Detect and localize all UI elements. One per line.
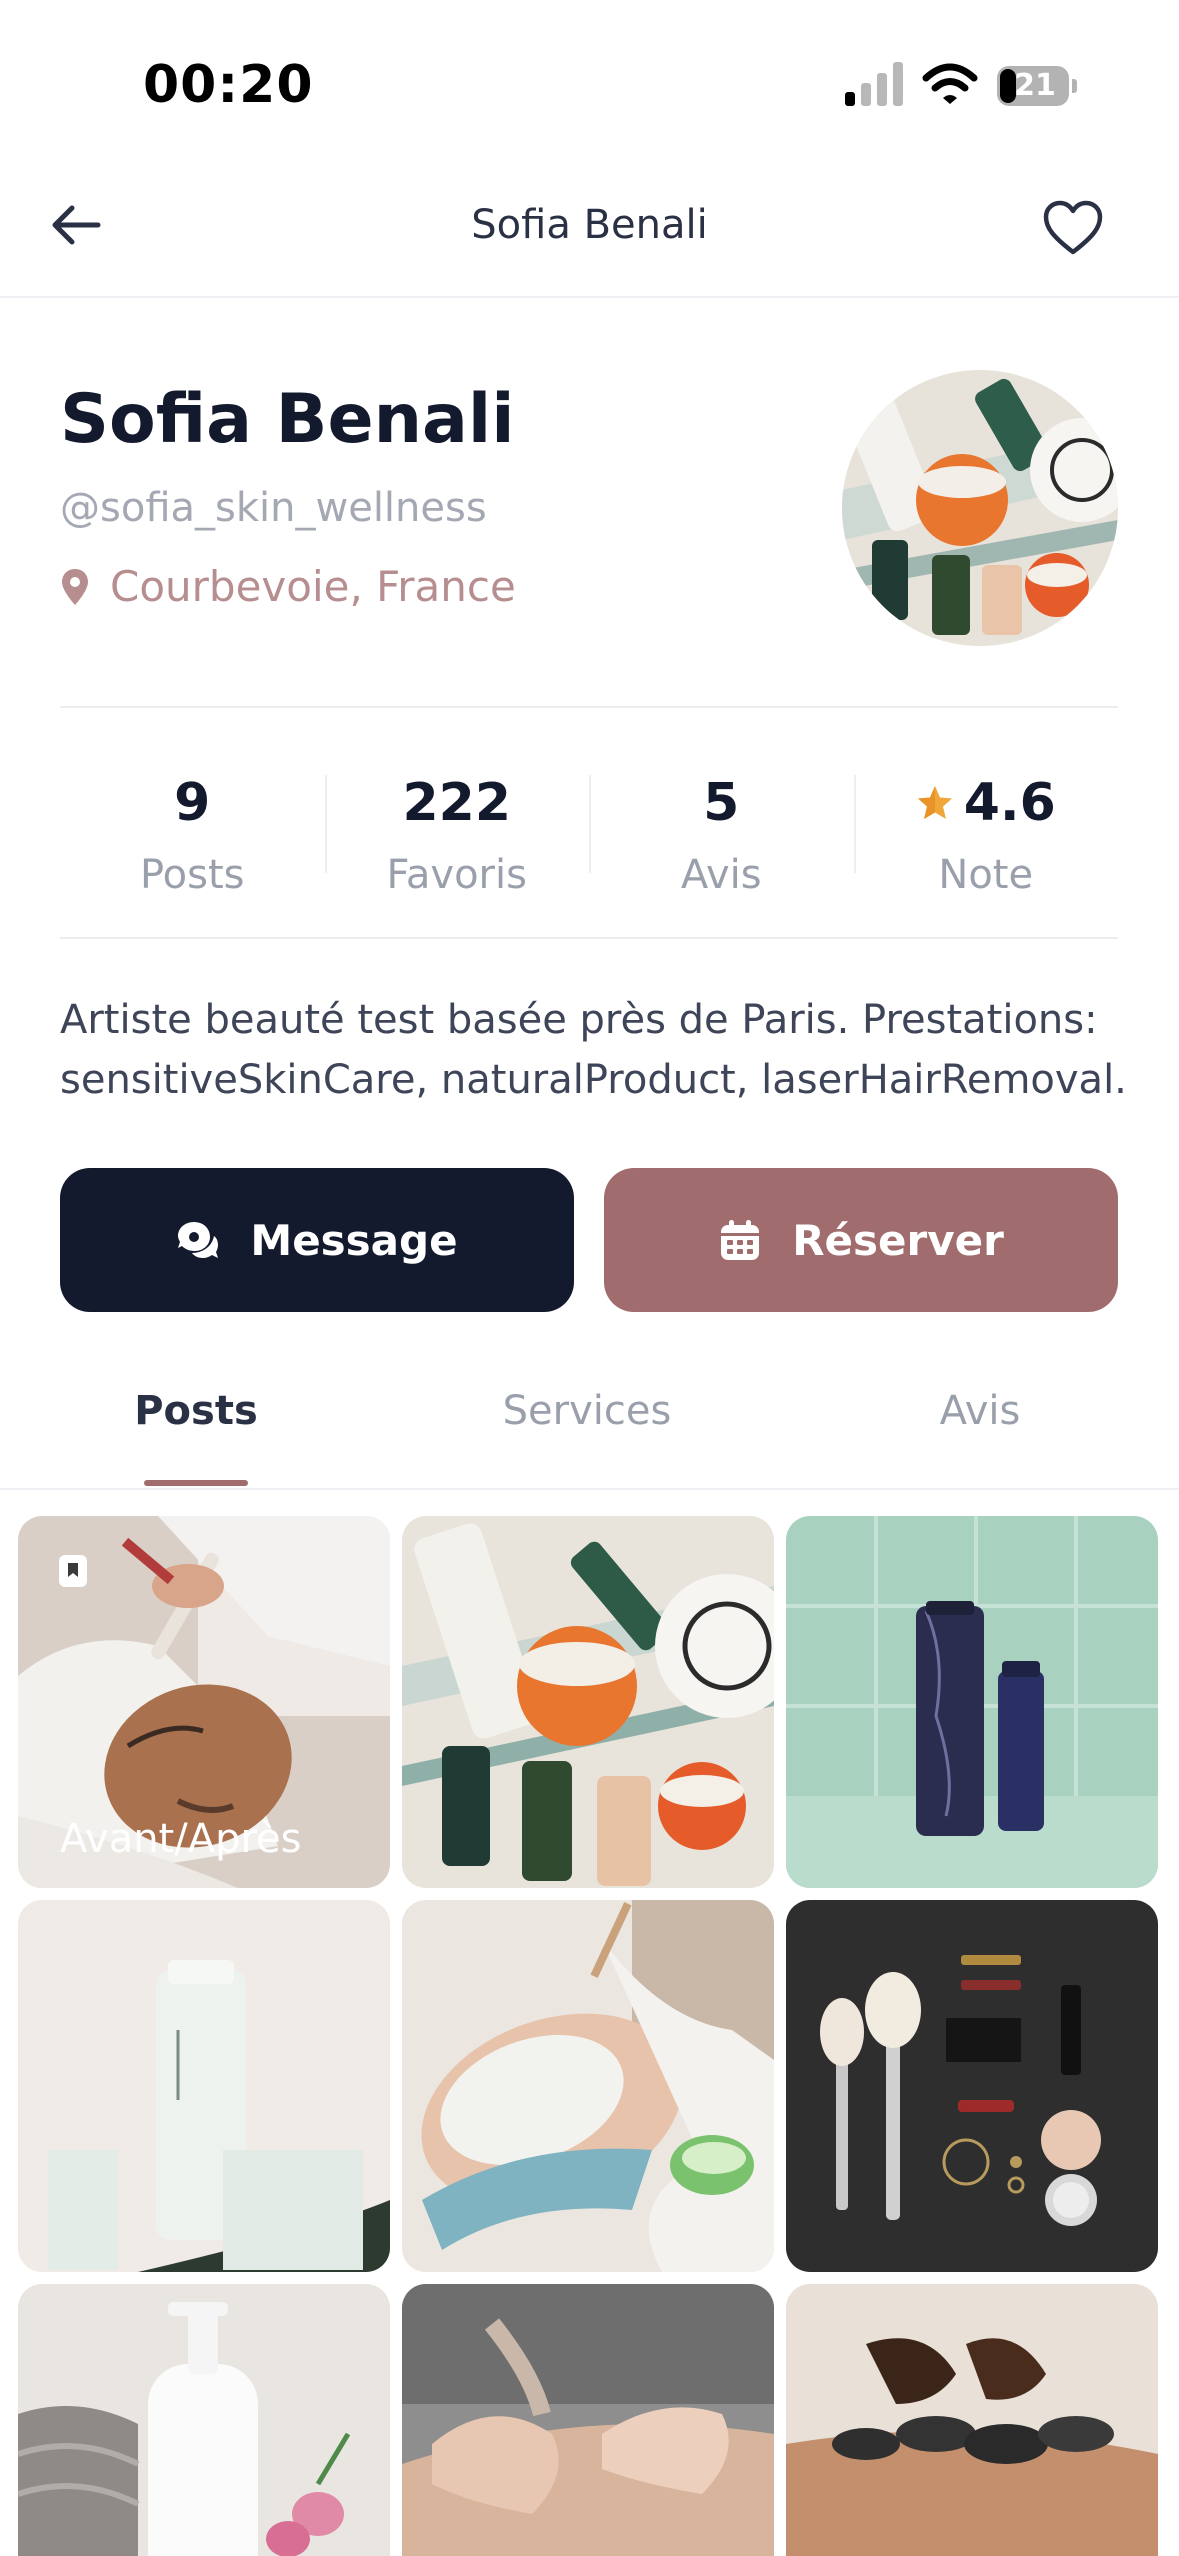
divider-top: [60, 706, 1118, 708]
stat-value: 222: [402, 773, 512, 833]
status-bar: 00:20 21: [0, 0, 1179, 150]
post-tile[interactable]: [402, 2284, 774, 2556]
calendar-icon: [721, 1220, 760, 1260]
post-tile[interactable]: [18, 1900, 390, 2272]
stat-posts[interactable]: 9 Posts: [60, 720, 325, 935]
stat-label: Avis: [680, 852, 762, 898]
stat-label: Posts: [139, 852, 245, 898]
post-tile[interactable]: [402, 1516, 774, 1888]
profile-bio: Artiste beauté test basée près de Paris.…: [60, 997, 1127, 1103]
post-caption: Avant/Après: [60, 1816, 302, 1862]
stat-label: Favoris: [386, 852, 527, 898]
active-tab-indicator: [144, 1480, 248, 1486]
stat-rating[interactable]: 4.6 Note: [853, 720, 1119, 935]
profile-name: Sofia Benali: [60, 380, 515, 459]
profile-stats: 9 Posts 222 Favoris 5 Avis 4.6 Note: [60, 720, 1118, 935]
message-button[interactable]: Message: [60, 1168, 574, 1312]
tab-services[interactable]: Services: [437, 1388, 737, 1434]
post-tile[interactable]: [786, 1900, 1158, 2272]
post-tile[interactable]: [786, 2284, 1158, 2556]
message-label: Message: [250, 1215, 458, 1265]
stat-value-rating: 4.6: [854, 770, 1119, 836]
post-tile[interactable]: [402, 1900, 774, 2272]
stat-value: 9: [174, 773, 211, 833]
stat-reviews[interactable]: 5 Avis: [589, 720, 854, 935]
cellular-signal-icon: [845, 62, 903, 106]
rating-value: 4.6: [963, 773, 1056, 833]
bookmark-icon: [59, 1555, 87, 1587]
profile-handle: @sofia_skin_wellness: [60, 485, 487, 531]
stat-value: 5: [703, 773, 740, 833]
status-time: 00:20: [143, 55, 314, 115]
wifi-icon: [922, 63, 978, 104]
avatar[interactable]: [842, 370, 1118, 646]
post-tile[interactable]: [786, 1516, 1158, 1888]
battery-icon: 21: [997, 66, 1077, 106]
battery-level: 21: [1014, 68, 1056, 103]
nav-title: Sofia Benali: [471, 202, 708, 248]
divider-bottom: [60, 937, 1118, 939]
location-pin-icon: [62, 568, 88, 605]
stat-label: Note: [938, 852, 1034, 898]
tab-posts[interactable]: Posts: [46, 1388, 346, 1434]
star-icon: [917, 786, 952, 819]
post-tile[interactable]: Avant/Après: [18, 1516, 390, 1888]
chat-bubbles-icon: [178, 1222, 219, 1258]
book-button[interactable]: Réserver: [604, 1168, 1118, 1312]
nav-bar: Sofia Benali: [0, 150, 1179, 298]
profile-tabs: Posts Services Avis: [0, 1360, 1179, 1490]
profile-location: Courbevoie, France: [60, 562, 516, 611]
tab-reviews[interactable]: Avis: [830, 1388, 1130, 1434]
post-tile[interactable]: [18, 2284, 390, 2556]
stat-favorites[interactable]: 222 Favoris: [324, 720, 590, 935]
heart-icon[interactable]: [1042, 200, 1104, 256]
book-label: Réserver: [792, 1215, 1004, 1265]
location-text: Courbevoie, France: [110, 562, 516, 611]
